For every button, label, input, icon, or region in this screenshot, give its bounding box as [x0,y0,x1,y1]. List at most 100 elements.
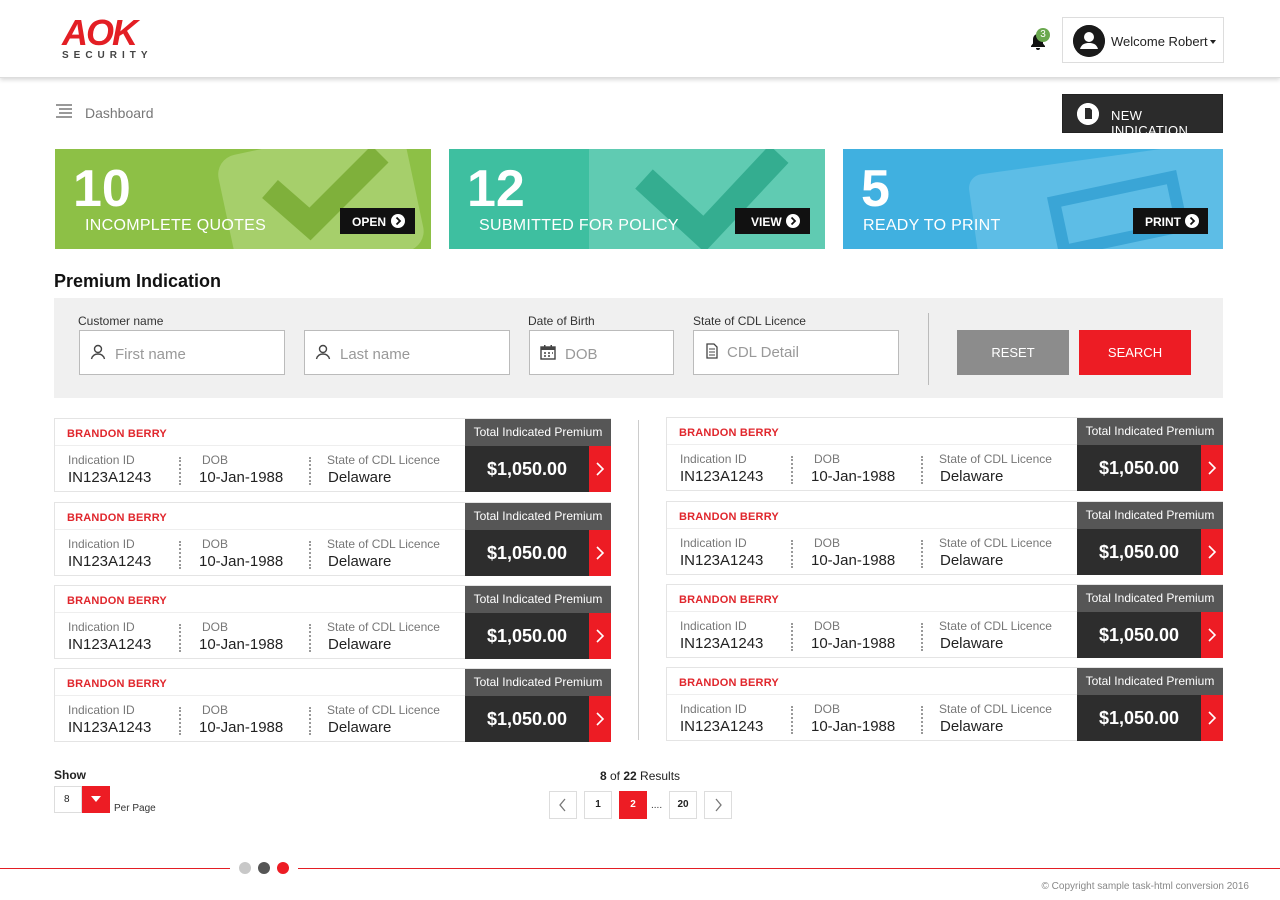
card-count: 5 [861,160,890,218]
new-indication-label: NEW INDICATION [1111,108,1189,138]
dotted-separator [309,541,311,569]
customer-name[interactable]: BRANDON BERRY [679,594,779,606]
customer-name[interactable]: BRANDON BERRY [679,427,779,439]
dotted-separator [791,540,793,568]
open-button[interactable]: OPEN [340,208,415,234]
carousel-dot-active[interactable] [277,862,289,874]
chevron-right-icon [1208,545,1217,559]
carousel-dots [230,860,298,876]
customer-name[interactable]: BRANDON BERRY [67,428,167,440]
indication-card: BRANDON BERRY Indication ID IN123A1243 DOB 1… [54,668,611,742]
indication-id-label: Indication ID [680,619,747,633]
premium-amount: $1,050.00 [1077,695,1201,741]
chevron-down-icon [1210,40,1216,44]
menu-icon[interactable] [56,103,72,119]
premium-title: Total Indicated Premium [465,586,611,613]
premium-title: Total Indicated Premium [465,503,611,530]
indication-card: BRANDON BERRY Indication ID IN123A1243 DOB 1… [666,667,1223,741]
open-record-button[interactable] [589,446,611,492]
chevron-right-icon [596,712,605,726]
premium-amount: $1,050.00 [1077,612,1201,658]
page-button[interactable]: 20 [669,791,697,819]
filter-panel: Customer name First name Last name Date … [54,298,1223,398]
dob-value: 10-Jan-1988 [199,719,284,736]
per-page-select[interactable]: 8 [54,786,82,813]
card-count: 10 [73,160,131,218]
carousel-dot[interactable] [258,862,270,874]
open-record-button[interactable] [589,530,611,576]
state-cdl-label: State of CDL Licence [693,314,806,328]
customer-name-label: Customer name [78,314,164,328]
indication-id-label: Indication ID [68,537,135,551]
search-button[interactable]: SEARCH [1079,330,1191,375]
state-value: Delaware [940,468,1004,485]
new-indication-button[interactable]: NEW INDICATION [1062,94,1223,138]
dob-label: DOB [814,619,841,633]
notification-badge: 3 [1036,28,1050,42]
dob-input[interactable]: DOB [529,330,674,375]
card-divider [667,528,1077,529]
prev-page-button[interactable] [549,791,577,819]
card-divider [667,611,1077,612]
dob-label: DOB [202,537,229,551]
print-button-label: PRINT [1145,215,1181,229]
dob-label: DOB [814,702,841,716]
page-button-active[interactable]: 2 [619,791,647,819]
open-record-button[interactable] [1201,612,1223,658]
reset-button[interactable]: RESET [957,330,1069,375]
open-record-button[interactable] [1201,695,1223,741]
state-label: State of CDL Licence [939,536,1052,550]
page-button[interactable]: 1 [584,791,612,819]
customer-name[interactable]: BRANDON BERRY [67,595,167,607]
customer-name[interactable]: BRANDON BERRY [679,511,779,523]
per-page-label: Per Page [114,803,156,814]
dob-placeholder: DOB [565,346,598,363]
filter-divider [928,313,929,385]
open-record-button[interactable] [1201,529,1223,575]
indication-id-value: IN123A1243 [68,469,152,486]
dob-value: 10-Jan-1988 [811,552,896,569]
dotted-separator [179,624,181,652]
customer-name[interactable]: BRANDON BERRY [67,678,167,690]
print-button[interactable]: PRINT [1133,208,1208,234]
dob-label: DOB [202,703,229,717]
first-name-input[interactable]: First name [79,330,285,375]
premium-amount: $1,050.00 [465,446,589,492]
next-page-button[interactable] [704,791,732,819]
indication-id-label: Indication ID [68,620,135,634]
open-record-button[interactable] [589,613,611,659]
cdl-detail-input[interactable]: CDL Detail [693,330,899,375]
results-of: of [609,769,620,783]
indication-id-label: Indication ID [68,453,135,467]
aok-security-logo[interactable]: AOK SECURITY [60,15,160,64]
view-button[interactable]: VIEW [735,208,810,234]
state-value: Delaware [328,469,392,486]
document-icon [706,343,718,359]
premium-amount: $1,050.00 [465,530,589,576]
state-label: State of CDL Licence [939,452,1052,466]
customer-name[interactable]: BRANDON BERRY [679,677,779,689]
dob-value: 10-Jan-1988 [199,553,284,570]
per-page-dropdown-button[interactable] [82,786,110,813]
open-record-button[interactable] [1201,445,1223,491]
customer-name[interactable]: BRANDON BERRY [67,512,167,524]
footer-line [0,868,1280,869]
breadcrumb-dashboard[interactable]: Dashboard [85,105,154,121]
carousel-dot[interactable] [239,862,251,874]
indication-id-value: IN123A1243 [68,636,152,653]
dotted-separator [921,623,923,651]
open-record-button[interactable] [589,696,611,742]
indication-card: BRANDON BERRY Indication ID IN123A1243 DOB 1… [666,501,1223,575]
indication-id-value: IN123A1243 [680,468,764,485]
card-incomplete-quotes: 10 INCOMPLETE QUOTES OPEN [55,149,431,249]
chevron-right-icon [1208,461,1217,475]
dotted-separator [791,456,793,484]
state-value: Delaware [940,718,1004,735]
last-name-input[interactable]: Last name [304,330,510,375]
user-menu-button[interactable]: Welcome Robert [1062,17,1224,63]
first-name-placeholder: First name [115,346,186,363]
premium-amount: $1,050.00 [1077,529,1201,575]
indication-id-label: Indication ID [680,702,747,716]
results-shown: 8 [599,769,607,783]
dob-label: DOB [202,453,229,467]
